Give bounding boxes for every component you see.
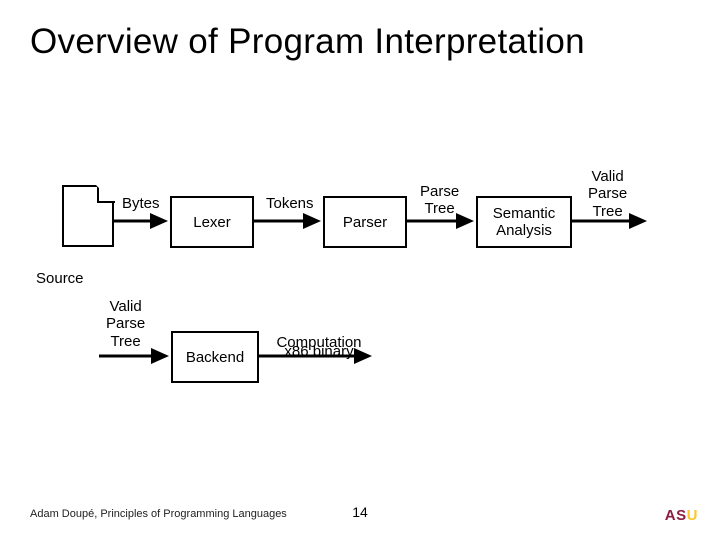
tokens-label: Tokens: [266, 195, 314, 212]
logo-s: S: [676, 507, 687, 524]
semantic-analysis-box: Semantic Analysis: [476, 196, 572, 248]
source-label: Source: [36, 270, 84, 287]
valid-parse-tree-label: Valid Parse Tree: [588, 168, 627, 220]
logo-a: A: [665, 507, 676, 524]
arrow-vpt-2-head: [151, 348, 169, 364]
parser-box: Parser: [323, 196, 407, 248]
backend-box: Backend: [171, 331, 259, 383]
arrow-valid-parse-tree-head: [629, 213, 647, 229]
bytes-label: Bytes: [122, 195, 160, 212]
source-file-icon: [62, 185, 114, 247]
lexer-box: Lexer: [170, 196, 254, 248]
slide-number: 14: [0, 504, 720, 520]
arrow-tokens-head: [303, 213, 321, 229]
slide-title: Overview of Program Interpretation: [30, 22, 585, 62]
arrow-parse-tree-head: [456, 213, 474, 229]
asu-logo: ASU: [665, 507, 698, 524]
arrow-output-head: [354, 348, 372, 364]
arrow-bytes-head: [150, 213, 168, 229]
valid-parse-tree-label-2: Valid Parse Tree: [106, 298, 145, 350]
logo-u: U: [687, 507, 698, 524]
